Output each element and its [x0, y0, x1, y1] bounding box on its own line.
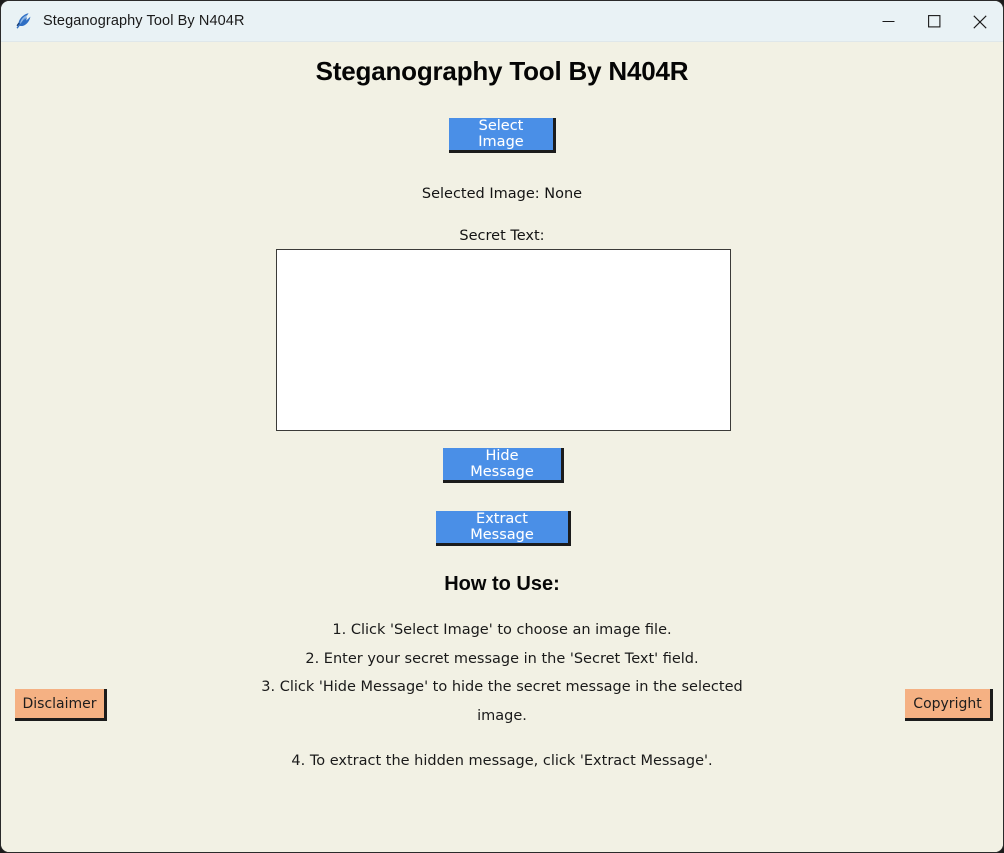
- howto-step-3: 3. Click 'Hide Message' to hide the secr…: [261, 679, 743, 725]
- application-window: Steganography Tool By N404R Steganograph…: [0, 0, 1004, 853]
- secret-text-input[interactable]: [276, 249, 731, 431]
- close-button[interactable]: [957, 1, 1003, 42]
- minimize-button[interactable]: [865, 1, 911, 42]
- extract-message-button[interactable]: Extract Message: [436, 511, 571, 546]
- howto-steps: 1. Click 'Select Image' to choose an ima…: [242, 616, 762, 776]
- secret-text-label: Secret Text:: [459, 228, 545, 244]
- selected-image-status: Selected Image: None: [421, 186, 583, 202]
- hide-message-button[interactable]: Hide Message: [443, 448, 564, 483]
- page-title: Steganography Tool By N404R: [315, 56, 689, 86]
- window-controls: [865, 1, 1003, 41]
- maximize-button[interactable]: [911, 1, 957, 42]
- howto-step-4: 4. To extract the hidden message, click …: [291, 752, 713, 769]
- disclaimer-button[interactable]: Disclaimer: [15, 689, 107, 721]
- select-image-button[interactable]: Select Image: [449, 118, 556, 153]
- howto-step-1: 1. Click 'Select Image' to choose an ima…: [332, 622, 672, 638]
- copyright-button[interactable]: Copyright: [905, 689, 993, 721]
- feather-icon: [16, 13, 31, 29]
- window-title: Steganography Tool By N404R: [43, 13, 245, 29]
- title-bar: Steganography Tool By N404R: [1, 1, 1003, 42]
- howto-heading: How to Use:: [444, 573, 560, 595]
- howto-step-2: 2. Enter your secret message in the 'Sec…: [305, 650, 699, 667]
- client-area: Steganography Tool By N404R Select Image…: [1, 42, 1003, 852]
